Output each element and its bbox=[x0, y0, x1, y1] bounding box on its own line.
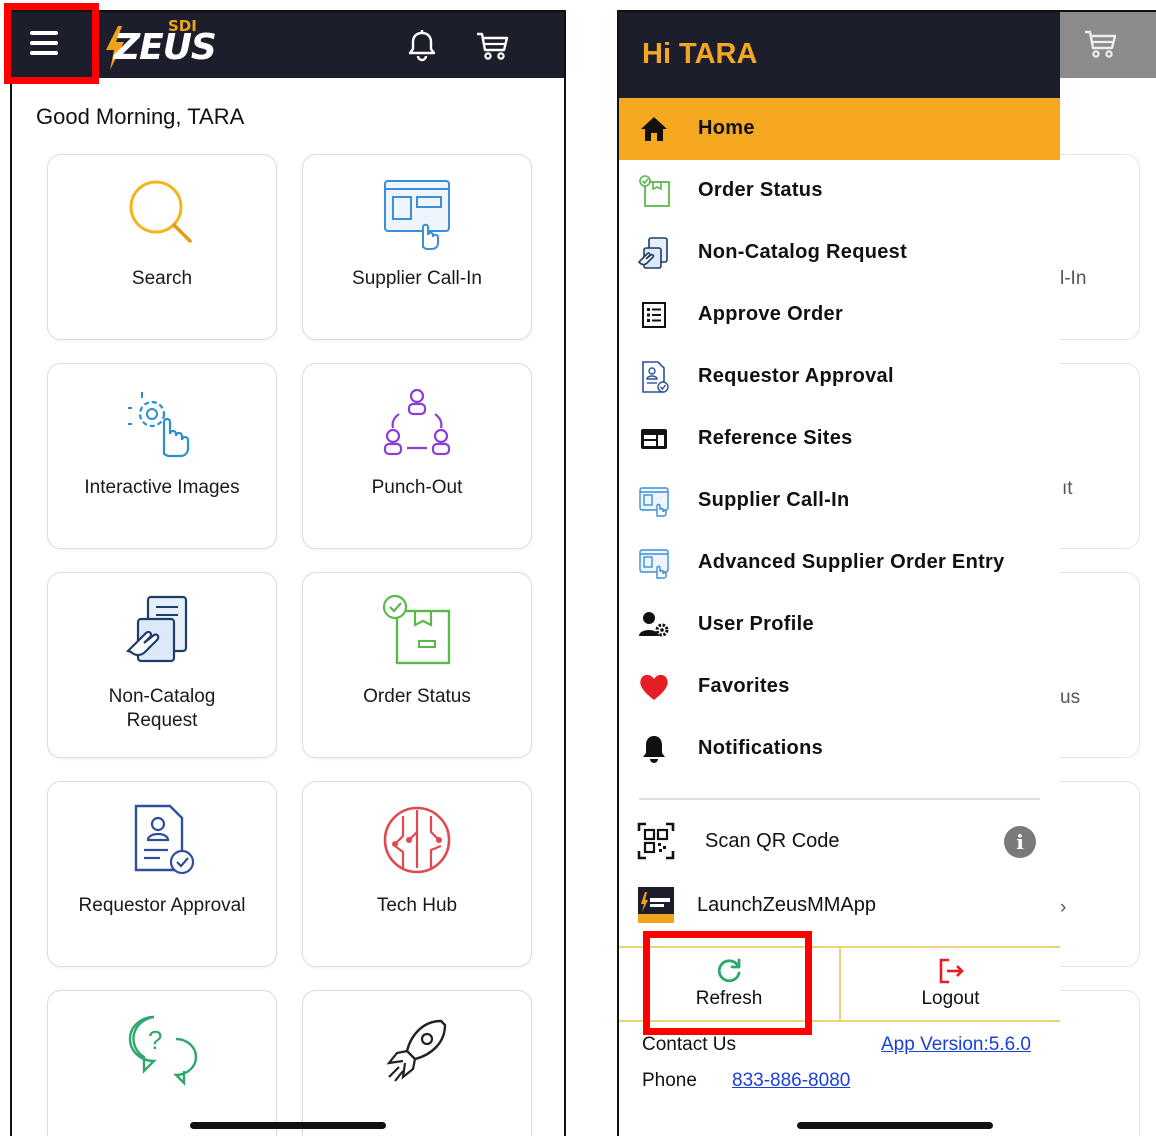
order-status-icon bbox=[382, 594, 451, 665]
home-icon bbox=[641, 117, 667, 141]
phone-label: Phone bbox=[642, 1070, 697, 1091]
user-profile-icon bbox=[639, 612, 669, 637]
svg-text:?: ? bbox=[148, 1025, 162, 1055]
search-icon bbox=[129, 180, 192, 243]
tile-tech-hub[interactable]: Tech Hub bbox=[302, 781, 532, 967]
tile-punch-out[interactable]: Punch-Out bbox=[302, 363, 532, 549]
contact-us-label: Contact Us bbox=[642, 1034, 736, 1055]
bell-icon[interactable] bbox=[404, 28, 440, 64]
background-tile bbox=[1060, 781, 1140, 967]
background-app-bar bbox=[1060, 12, 1156, 78]
menu-item-order-status[interactable]: Order Status bbox=[619, 160, 1060, 222]
rocket-icon bbox=[386, 1019, 447, 1082]
drawer-header: Hi TARA bbox=[619, 12, 1060, 98]
menu-item-notifications[interactable]: Notifications bbox=[619, 718, 1060, 780]
menu-item-favorites[interactable]: Favorites bbox=[619, 656, 1060, 718]
menu-item-advanced-supplier-order-entry[interactable]: Advanced Supplier Order Entry bbox=[619, 532, 1060, 594]
approve-order-icon bbox=[642, 302, 666, 328]
cart-icon[interactable] bbox=[474, 28, 510, 64]
reference-sites-icon bbox=[641, 429, 667, 449]
background-tile-label: ıt bbox=[1062, 478, 1073, 499]
menu-item-non-catalog-request[interactable]: Non-Catalog Request bbox=[619, 222, 1060, 284]
background-tile-label: l-In bbox=[1060, 268, 1087, 289]
menu-item-home[interactable]: Home bbox=[619, 98, 1060, 160]
tile-non-catalog-request[interactable]: Non-Catalog Request bbox=[47, 572, 277, 758]
background-tile bbox=[1060, 990, 1140, 1136]
app-version-link[interactable]: App Version:5.6.0 bbox=[881, 1034, 1031, 1056]
bell-icon bbox=[643, 736, 665, 763]
background-tile-label: › bbox=[1060, 897, 1067, 918]
order-status-icon bbox=[639, 175, 670, 207]
info-icon[interactable]: i bbox=[1004, 826, 1036, 858]
menu-item-launch-zeus-mm-app[interactable]: LaunchZeusMMApp bbox=[619, 874, 1060, 934]
tile-interactive-images[interactable]: Interactive Images bbox=[47, 363, 277, 549]
help-chat-icon: ? bbox=[128, 1015, 198, 1086]
menu-item-approve-order[interactable]: Approve Order bbox=[619, 284, 1060, 346]
non-catalog-request-icon bbox=[125, 595, 188, 663]
tile-order-status[interactable]: Order Status bbox=[302, 572, 532, 758]
supplier-call-in-icon bbox=[639, 487, 669, 517]
menu-item-supplier-call-in[interactable]: Supplier Call-In bbox=[619, 470, 1060, 532]
menu-item-reference-sites[interactable]: Reference Sites bbox=[619, 408, 1060, 470]
non-catalog-request-icon bbox=[637, 237, 668, 269]
tile-requestor-approval[interactable]: Requestor Approval bbox=[47, 781, 277, 967]
greeting-text: Good Morning, TARA bbox=[36, 104, 245, 129]
tech-hub-icon bbox=[383, 806, 451, 874]
background-tile bbox=[1060, 154, 1140, 340]
highlight-box-refresh bbox=[643, 931, 812, 1035]
requestor-approval-icon bbox=[642, 361, 669, 393]
tile-supplier-call-in[interactable]: Supplier Call-In bbox=[302, 154, 532, 340]
supplier-call-in-icon bbox=[384, 180, 450, 250]
menu-item-scan-qr-code[interactable]: Scan QR Code i bbox=[619, 810, 1060, 870]
background-tile bbox=[1060, 572, 1140, 758]
logout-icon bbox=[939, 958, 964, 984]
requestor-approval-icon bbox=[134, 804, 195, 875]
home-screen: ZEUS SDI Good Morning, TARA Search Suppl… bbox=[10, 10, 566, 1136]
home-indicator bbox=[797, 1122, 993, 1129]
cart-icon bbox=[1085, 30, 1117, 58]
drawer-title: Hi TARA bbox=[642, 38, 758, 70]
tile-search[interactable]: Search bbox=[47, 154, 277, 340]
advanced-supplier-order-icon bbox=[639, 549, 669, 579]
menu-item-requestor-approval[interactable]: Requestor Approval bbox=[619, 346, 1060, 408]
home-indicator bbox=[190, 1122, 386, 1129]
zeus-logo: ZEUS SDI bbox=[104, 18, 217, 72]
tile-help[interactable]: ? bbox=[47, 990, 277, 1136]
menu-divider bbox=[639, 798, 1040, 800]
phone-number-link[interactable]: 833-886-8080 bbox=[732, 1070, 850, 1092]
heart-icon bbox=[640, 674, 668, 700]
qr-code-icon bbox=[637, 822, 675, 860]
tile-launch[interactable] bbox=[302, 990, 532, 1136]
logout-button[interactable]: Logout bbox=[841, 948, 1060, 1022]
punch-out-icon bbox=[383, 388, 451, 456]
highlight-box-menu bbox=[4, 3, 99, 84]
menu-item-user-profile[interactable]: User Profile bbox=[619, 594, 1060, 656]
background-tile bbox=[1060, 363, 1140, 549]
zeus-app-icon bbox=[638, 887, 674, 923]
background-tile-label: us bbox=[1060, 687, 1081, 708]
interactive-images-icon bbox=[128, 392, 190, 458]
